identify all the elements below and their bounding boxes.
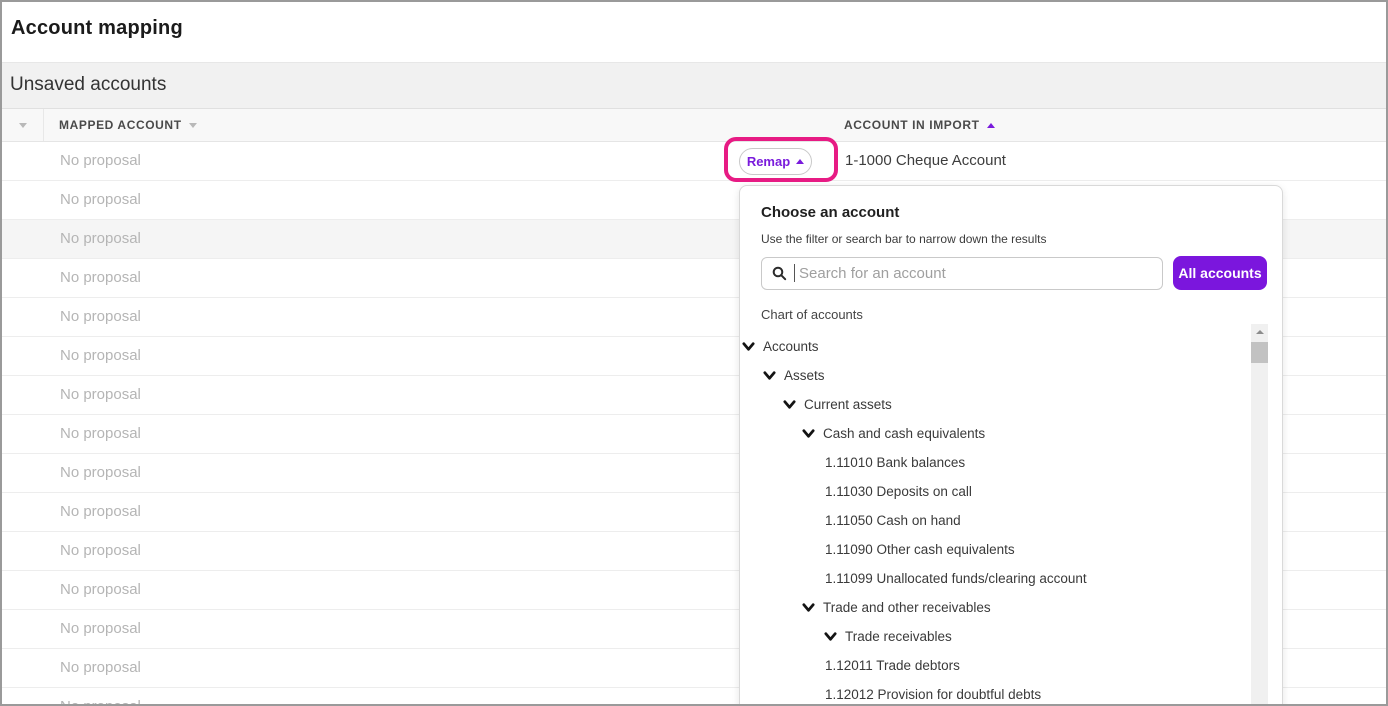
table-row[interactable]: No proposal Remap 1-1000 Cheque Account: [2, 142, 1386, 181]
tree-branch[interactable]: Assets: [740, 361, 1282, 390]
tree-leaf[interactable]: 1.12011 Trade debtors: [740, 651, 1282, 680]
chevron-up-icon: [796, 159, 804, 164]
tree-item-label: Accounts: [763, 339, 819, 354]
section-title: Unsaved accounts: [10, 74, 1386, 96]
popover-title: Choose an account: [740, 186, 1282, 221]
scrollbar-thumb[interactable]: [1251, 342, 1268, 363]
mapped-account-value: No proposal: [60, 376, 141, 414]
tree-branch[interactable]: Trade receivables: [740, 622, 1282, 651]
dropdown-caret-icon[interactable]: [19, 123, 27, 128]
all-accounts-button[interactable]: All accounts: [1173, 256, 1267, 290]
search-placeholder: Search for an account: [799, 265, 946, 282]
table-header: MAPPED ACCOUNT ACCOUNT IN IMPORT: [2, 109, 1386, 142]
scrollbar[interactable]: [1251, 324, 1268, 706]
choose-account-popover: Choose an account Use the filter or sear…: [739, 185, 1283, 706]
mapped-account-value: No proposal: [60, 649, 141, 687]
mapped-account-value: No proposal: [60, 298, 141, 336]
tree-leaf[interactable]: 1.11050 Cash on hand: [740, 506, 1282, 535]
mapped-account-value: No proposal: [60, 454, 141, 492]
header-dropdown-cell[interactable]: [2, 109, 44, 141]
chevron-down-icon: [802, 601, 815, 614]
search-row: Search for an account All accounts: [761, 256, 1267, 290]
chevron-down-icon: [763, 369, 776, 382]
tree-branch[interactable]: Trade and other receivables: [740, 593, 1282, 622]
mapped-account-value: No proposal: [60, 688, 141, 706]
text-cursor: [794, 264, 795, 282]
mapped-account-value: No proposal: [60, 532, 141, 570]
title-bar: Account mapping: [2, 2, 1386, 63]
import-account-value: 1-1000 Cheque Account: [845, 142, 1006, 180]
remap-button-label: Remap: [747, 154, 790, 169]
mapped-account-value: No proposal: [60, 571, 141, 609]
column-header-label: ACCOUNT IN IMPORT: [844, 118, 980, 132]
search-icon: [772, 266, 787, 281]
tree-item-label: 1.12012 Provision for doubtful debts: [825, 687, 1041, 702]
sort-ascending-icon[interactable]: [987, 123, 995, 128]
mapped-account-value: No proposal: [60, 220, 141, 258]
tree-branch[interactable]: Accounts: [740, 332, 1282, 361]
scroll-up-icon: [1256, 330, 1264, 334]
column-header-mapped-account[interactable]: MAPPED ACCOUNT: [44, 109, 844, 141]
tree-item-label: 1.11090 Other cash equivalents: [825, 542, 1015, 557]
tree-branch[interactable]: Current assets: [740, 390, 1282, 419]
mapped-account-value: No proposal: [60, 610, 141, 648]
tree-leaf[interactable]: 1.11099 Unallocated funds/clearing accou…: [740, 564, 1282, 593]
tree-item-label: 1.11010 Bank balances: [825, 455, 965, 470]
mapped-account-value: No proposal: [60, 415, 141, 453]
column-header-account-in-import[interactable]: ACCOUNT IN IMPORT: [844, 109, 1386, 141]
page-title: Account mapping: [11, 17, 1386, 40]
mapped-account-value: No proposal: [60, 493, 141, 531]
account-mapping-window: Account mapping Unsaved accounts MAPPED …: [0, 0, 1388, 706]
accounts-tree: Accounts Assets Current assets Cash and cas…: [740, 332, 1282, 706]
mapped-account-value: No proposal: [60, 181, 141, 219]
tree-item-label: 1.12011 Trade debtors: [825, 658, 960, 673]
tree-item-label: 1.11050 Cash on hand: [825, 513, 961, 528]
search-input[interactable]: Search for an account: [761, 257, 1163, 290]
tree-leaf[interactable]: 1.11030 Deposits on call: [740, 477, 1282, 506]
mapped-account-value: No proposal: [60, 259, 141, 297]
tree-leaf[interactable]: 1.12012 Provision for doubtful debts: [740, 680, 1282, 706]
chevron-down-icon: [742, 340, 755, 353]
section-header: Unsaved accounts: [2, 63, 1386, 109]
popover-subtitle: Use the filter or search bar to narrow d…: [740, 221, 1282, 246]
tree-title: Chart of accounts: [740, 290, 1282, 322]
tree-item-label: 1.11030 Deposits on call: [825, 484, 972, 499]
chevron-down-icon: [824, 630, 837, 643]
column-header-label: MAPPED ACCOUNT: [59, 118, 182, 132]
chevron-down-icon: [783, 398, 796, 411]
tree-leaf[interactable]: 1.11090 Other cash equivalents: [740, 535, 1282, 564]
remap-button[interactable]: Remap: [739, 148, 812, 175]
scroll-up-button[interactable]: [1251, 324, 1268, 340]
chevron-down-icon: [802, 427, 815, 440]
tree-leaf[interactable]: 1.11010 Bank balances: [740, 448, 1282, 477]
tree-item-label: Cash and cash equivalents: [823, 426, 985, 441]
tree-item-label: 1.11099 Unallocated funds/clearing accou…: [825, 571, 1087, 586]
sort-icon[interactable]: [189, 123, 197, 128]
tree-item-label: Current assets: [804, 397, 892, 412]
tree-item-label: Trade receivables: [845, 629, 952, 644]
mapped-account-value: No proposal: [60, 142, 141, 180]
tree-item-label: Assets: [784, 368, 825, 383]
mapped-account-value: No proposal: [60, 337, 141, 375]
tree-item-label: Trade and other receivables: [823, 600, 991, 615]
tree-branch[interactable]: Cash and cash equivalents: [740, 419, 1282, 448]
